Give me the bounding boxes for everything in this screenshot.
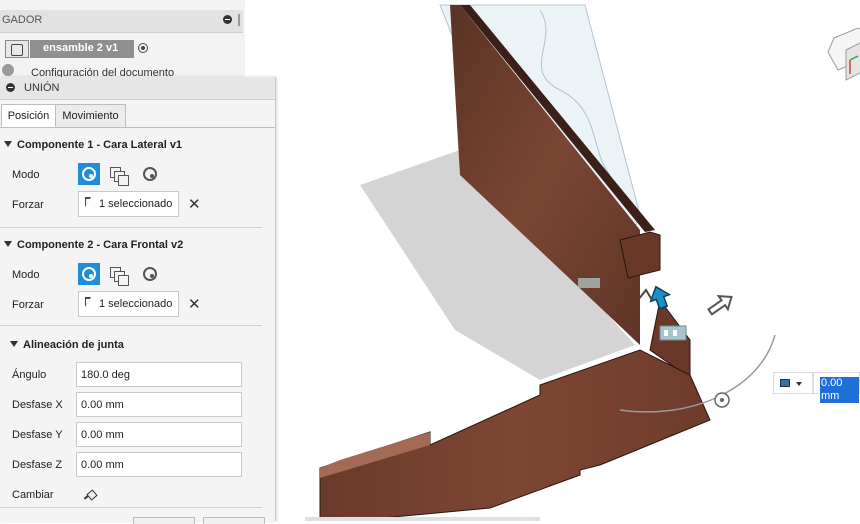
- browser-pin-icon[interactable]: [238, 14, 240, 26]
- component2-clear-icon[interactable]: ✕: [188, 297, 201, 312]
- collapse-triangle-icon: [4, 241, 12, 247]
- component1-header[interactable]: Componente 1 - Cara Lateral v1: [4, 139, 182, 151]
- component1-snap-label: Forzar: [12, 199, 44, 211]
- assembly-name-box[interactable]: ensamble 2 v1: [30, 40, 134, 58]
- collapse-triangle-icon: [4, 141, 12, 147]
- angle-input[interactable]: 180.0 deg: [76, 362, 242, 387]
- collapse-triangle-icon: [10, 341, 18, 347]
- component1-snap-selector[interactable]: 1 seleccionado: [78, 191, 179, 217]
- component-icon: [5, 40, 29, 58]
- cursor-icon: [85, 297, 91, 307]
- component2-selection-text: 1 seleccionado: [99, 298, 173, 310]
- horizontal-scrollbar[interactable]: [305, 517, 540, 521]
- offset-z-label: Desfase Z: [12, 459, 63, 471]
- assembly-name: ensamble 2 v1: [43, 42, 119, 54]
- component2-header-label: Componente 2 - Cara Frontal v2: [17, 239, 184, 251]
- alignment-header[interactable]: Alineación de junta: [10, 339, 124, 351]
- offset-y-input[interactable]: 0.00 mm: [76, 422, 242, 447]
- offset-x-input[interactable]: 0.00 mm: [76, 392, 242, 417]
- joint-marker-2: [659, 325, 687, 341]
- snap-point-icon: [82, 167, 96, 181]
- offset-x-label: Desfase X: [12, 399, 63, 411]
- divider: [0, 227, 262, 228]
- component1-header-label: Componente 1 - Cara Lateral v1: [17, 139, 183, 151]
- gear-icon: [2, 64, 14, 76]
- component2-snap-label: Forzar: [12, 299, 44, 311]
- cursor-icon: [85, 197, 91, 207]
- mode-two-edge-button-2[interactable]: [137, 263, 159, 285]
- alignment-header-label: Alineación de junta: [23, 339, 124, 351]
- browser-collapse-icon[interactable]: [223, 15, 232, 24]
- dimension-type-dropdown[interactable]: [773, 372, 813, 394]
- offset-z-input[interactable]: 0.00 mm: [76, 452, 242, 477]
- component2-mode-label: Modo: [12, 269, 40, 281]
- tab-motion[interactable]: Movimiento: [56, 104, 126, 127]
- divider: [0, 507, 262, 508]
- mode-simple-button-2[interactable]: [78, 263, 100, 285]
- mode-between-button[interactable]: [107, 163, 129, 186]
- joint-dialog: UNIÓN Posición Movimiento Componente 1 -…: [0, 77, 276, 524]
- component1-clear-icon[interactable]: ✕: [188, 197, 201, 212]
- joint-origin-marker: [637, 288, 653, 301]
- mode-simple-button[interactable]: [78, 163, 100, 185]
- dimension-icon: [780, 379, 790, 387]
- two-edge-icon: [143, 167, 157, 181]
- activate-radio-icon[interactable]: [138, 43, 148, 53]
- mode-two-edge-button[interactable]: [137, 163, 159, 185]
- joint-marker-1: [578, 278, 600, 288]
- two-edge-icon: [143, 267, 157, 281]
- dialog-collapse-icon[interactable]: [6, 83, 15, 92]
- divider: [0, 325, 262, 326]
- component1-mode-label: Modo: [12, 169, 40, 181]
- angle-label: Ángulo: [12, 369, 47, 381]
- tab-position[interactable]: Posición: [1, 104, 56, 127]
- viewcube[interactable]: [827, 27, 860, 81]
- flip-label: Cambiar: [12, 489, 54, 501]
- translate-arrow-icon[interactable]: [706, 290, 736, 318]
- browser-panel: GADOR ensamble 2 v1 Configuración del do…: [0, 0, 245, 79]
- offset-y-label: Desfase Y: [12, 429, 63, 441]
- doc-settings-node[interactable]: Configuración del documento: [0, 64, 180, 79]
- component2-snap-selector[interactable]: 1 seleccionado: [78, 291, 179, 317]
- mode-between-button-2[interactable]: [107, 263, 129, 286]
- browser-title: GADOR: [2, 14, 43, 26]
- component2-header[interactable]: Componente 2 - Cara Frontal v2: [4, 239, 183, 251]
- dimension-value: 0.00 mm: [820, 377, 859, 403]
- component1-selection-text: 1 seleccionado: [99, 198, 173, 210]
- browser-title-bar: GADOR: [0, 10, 243, 33]
- tab-row: Posición Movimiento: [0, 99, 275, 128]
- dialog-title: UNIÓN: [24, 82, 60, 94]
- snap-point-icon: [82, 267, 96, 281]
- base-panel[interactable]: [319, 349, 711, 521]
- flip-icon[interactable]: [82, 489, 96, 501]
- chevron-down-icon: [796, 382, 802, 386]
- assembly-node[interactable]: ensamble 2 v1: [5, 40, 151, 58]
- dimension-input[interactable]: 0.00 mm: [813, 372, 860, 403]
- dialog-title-bar[interactable]: UNIÓN: [0, 77, 275, 100]
